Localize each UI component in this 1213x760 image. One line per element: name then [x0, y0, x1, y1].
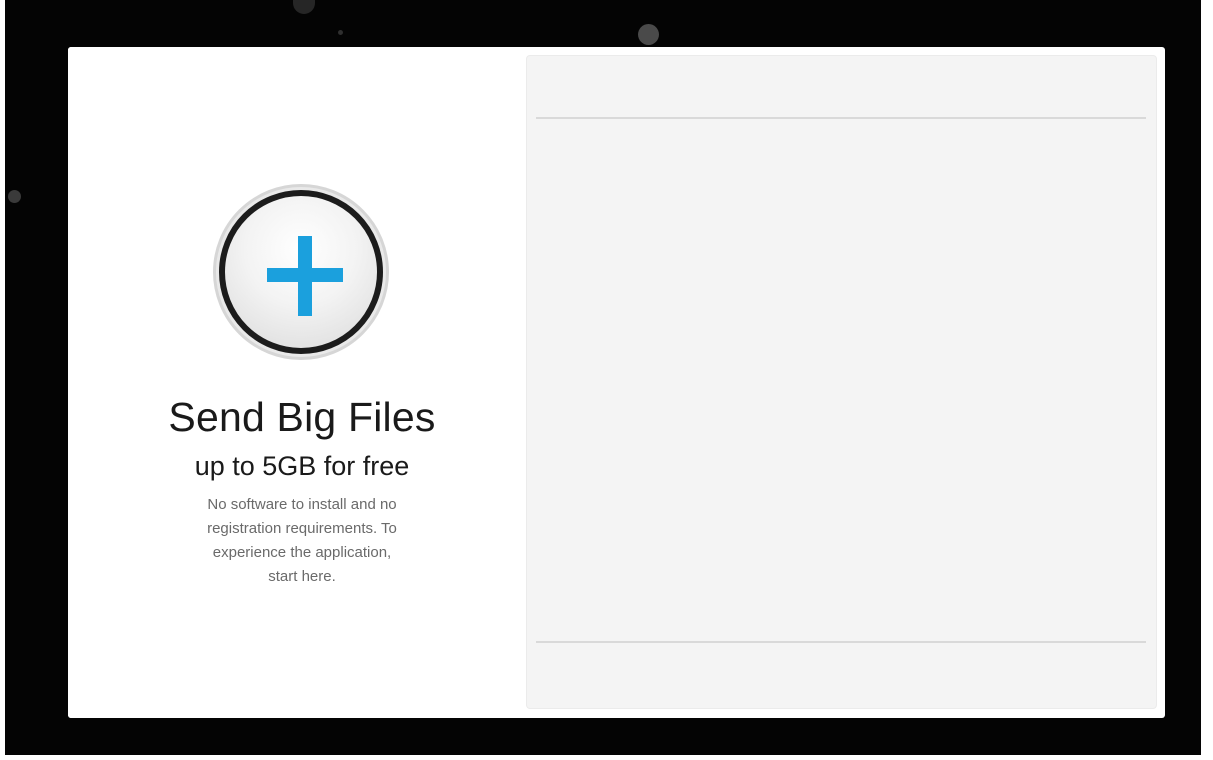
page-subtitle: up to 5GB for free	[194, 451, 410, 481]
panel-footer-divider	[536, 641, 1146, 643]
upload-card: Send Big Files up to 5GB for free No sof…	[68, 47, 1165, 718]
background-dot	[8, 190, 21, 203]
add-files-button[interactable]	[213, 184, 389, 360]
intro-description: No software to install and no registrati…	[156, 493, 448, 589]
background-dot	[338, 30, 343, 35]
page-title: Send Big Files	[168, 394, 436, 440]
file-list-panel	[526, 55, 1157, 709]
description-line: No software to install and no	[207, 496, 397, 513]
add-files-button-face[interactable]	[219, 190, 383, 354]
background-dot	[293, 0, 315, 14]
description-line: registration requirements. To	[207, 520, 397, 537]
plus-icon	[267, 236, 343, 316]
background-dot	[638, 24, 659, 45]
description-line: start here.	[268, 568, 336, 585]
intro-panel: Send Big Files up to 5GB for free No sof…	[68, 47, 526, 718]
description-line: experience the application,	[212, 544, 392, 561]
panel-header-divider	[536, 117, 1146, 119]
